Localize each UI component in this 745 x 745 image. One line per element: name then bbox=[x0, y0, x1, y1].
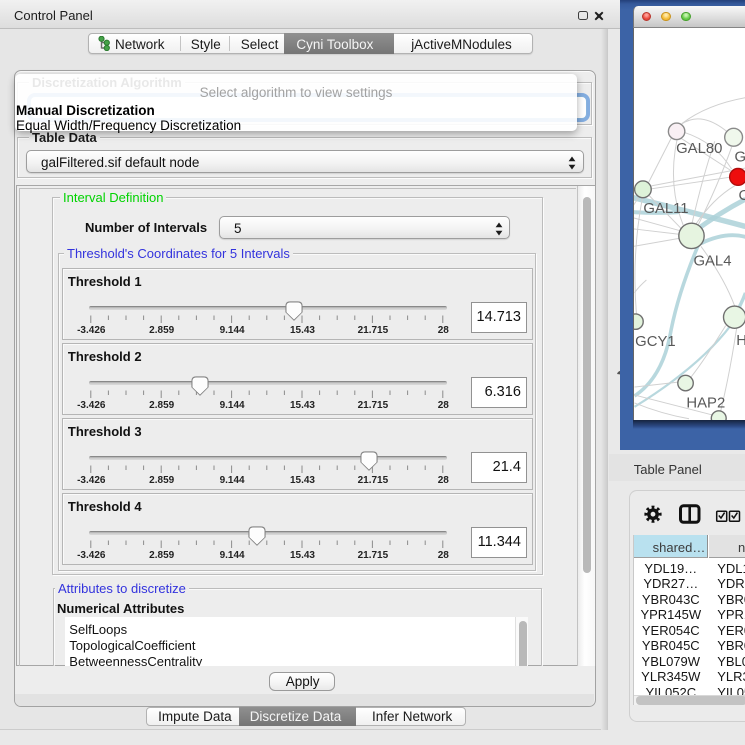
svg-text:GA: GA bbox=[734, 149, 745, 165]
svg-text:GAL4: GAL4 bbox=[693, 253, 731, 269]
svg-text:H: H bbox=[736, 332, 745, 348]
svg-text:GAL80: GAL80 bbox=[676, 141, 722, 157]
svg-text:GAL11: GAL11 bbox=[643, 201, 688, 217]
svg-text:HAP2: HAP2 bbox=[686, 395, 725, 411]
svg-text:CY: CY bbox=[738, 188, 745, 204]
svg-text:GCY1: GCY1 bbox=[635, 333, 675, 349]
